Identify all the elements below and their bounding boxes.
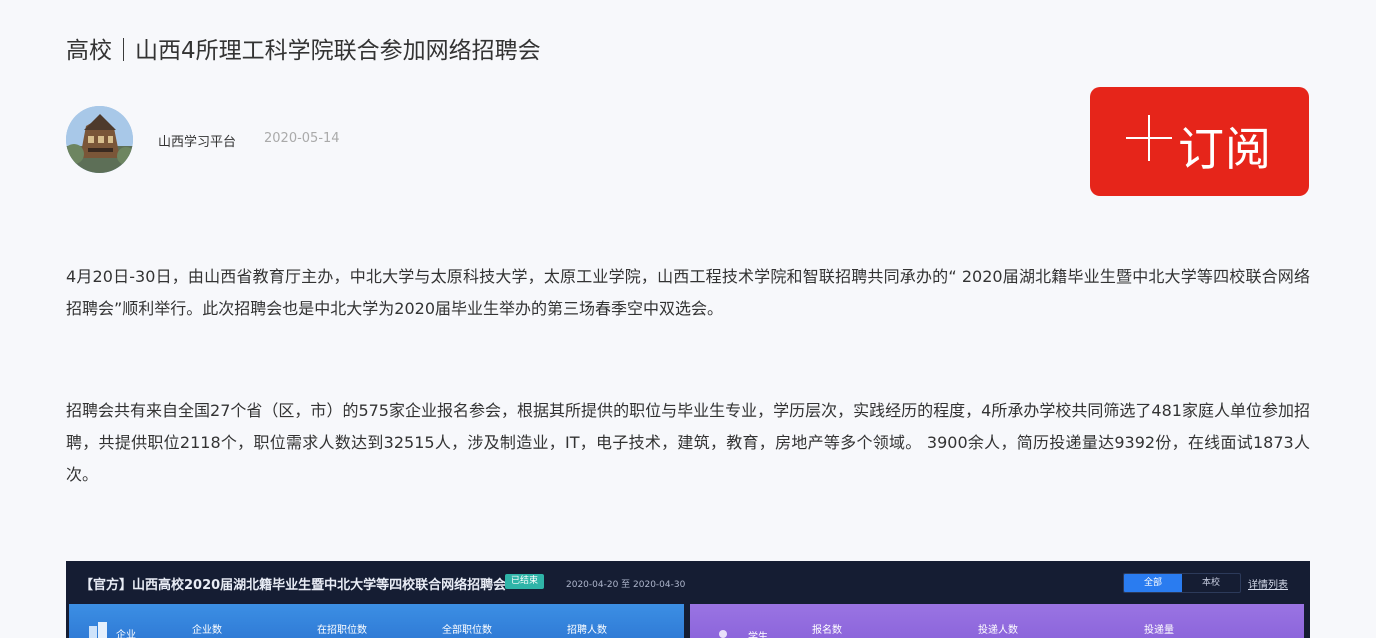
scope-toggle[interactable]: 全部 本校 [1123, 573, 1241, 593]
author-name[interactable]: 山西学习平台 [158, 131, 236, 150]
publish-date: 2020-05-14 [264, 131, 340, 146]
article-title: 高校｜山西4所理工科学院联合参加网络招聘会 [66, 38, 541, 64]
stat-label: 招聘人数 [567, 625, 607, 636]
stat-label: 企业数 [192, 625, 222, 636]
article-paragraph: 招聘会共有来自全国27个省（区，市）的575家企业报名参会，根据其所提供的职位与… [66, 401, 1310, 484]
dashboard-header: 【官方】山西高校2020届湖北籍毕业生暨中北大学等四校联合网络招聘会 已结束 2… [66, 561, 1310, 603]
student-tag: 学生 [748, 632, 768, 638]
avatar[interactable] [66, 106, 133, 173]
avatar-image [66, 106, 133, 173]
dashboard-title: 【官方】山西高校2020届湖北籍毕业生暨中北大学等四校联合网络招聘会 [80, 578, 507, 593]
plus-icon [1126, 115, 1172, 161]
stat-label: 在招职位数 [317, 625, 367, 636]
toggle-own-school[interactable]: 本校 [1182, 574, 1240, 592]
stat-label: 投递量 [1144, 625, 1174, 636]
user-icon [719, 630, 727, 638]
article-paragraph: 4月20日-30日，由山西省教育厅主办，中北大学与太原科技大学，太原工业学院，山… [66, 267, 1310, 318]
building-icon [89, 622, 107, 638]
stat-label: 全部职位数 [442, 625, 492, 636]
status-badge: 已结束 [505, 574, 545, 589]
student-stats-panel: 学生 报名数 投递人数 投递量 [690, 604, 1304, 638]
detail-list-link[interactable]: 详情列表 [1248, 576, 1288, 591]
subscribe-button[interactable]: 订阅 [1090, 87, 1309, 196]
date-range: 2020-04-20 至 2020-04-30 [566, 580, 686, 590]
enterprise-tag: 企业 [116, 630, 136, 638]
stat-label: 报名数 [812, 625, 842, 636]
stat-label: 投递人数 [978, 625, 1018, 636]
enterprise-stats-panel: 企业 企业数 在招职位数 全部职位数 招聘人数 [69, 604, 684, 638]
subscribe-label: 订阅 [1178, 122, 1272, 176]
toggle-all[interactable]: 全部 [1124, 574, 1182, 592]
embedded-dashboard-image: 【官方】山西高校2020届湖北籍毕业生暨中北大学等四校联合网络招聘会 已结束 2… [66, 561, 1310, 638]
